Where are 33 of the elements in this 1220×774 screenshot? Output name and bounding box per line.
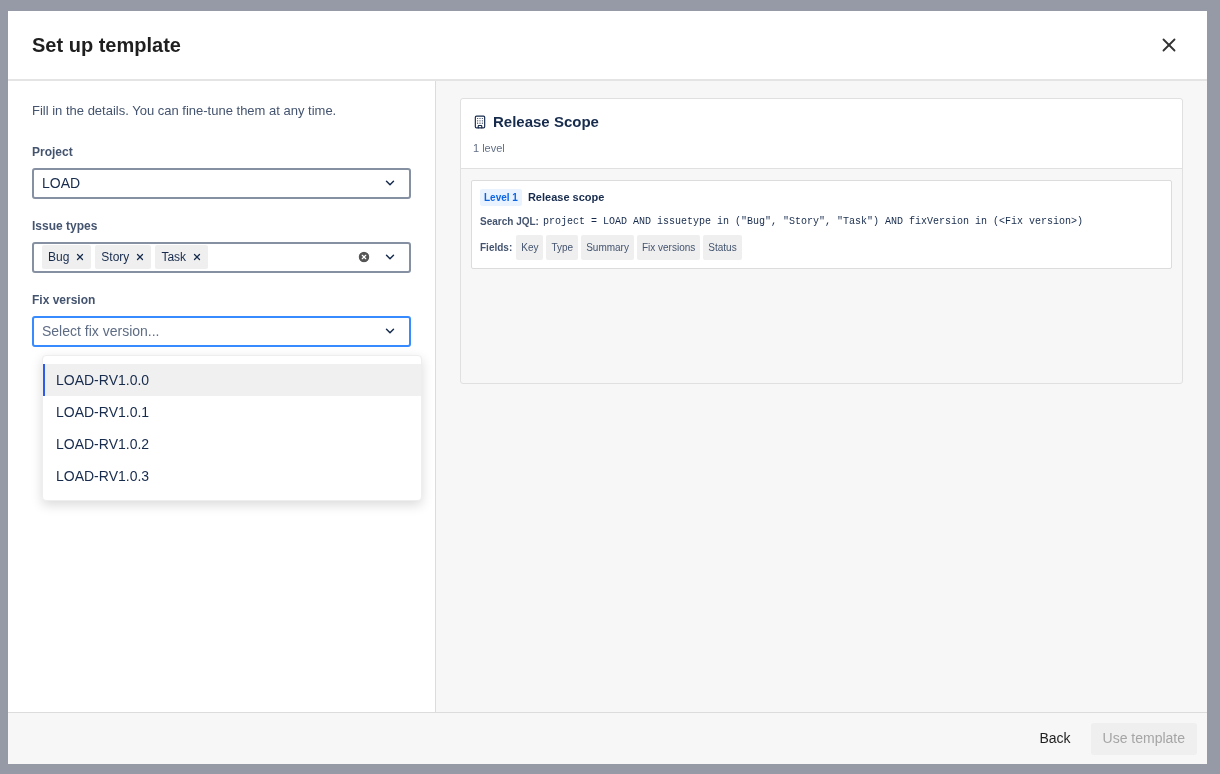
project-select[interactable]: LOAD <box>32 167 411 199</box>
field-label: Project <box>32 143 73 161</box>
dropdown-option[interactable]: LOAD-RV1.0.0 <box>43 364 421 396</box>
field-label: Fix version <box>32 291 96 309</box>
fields-label: Fields: <box>480 241 513 255</box>
dropdown-option[interactable]: LOAD-RV1.0.3 <box>43 460 421 492</box>
dropdown-option[interactable]: LOAD-RV1.0.2 <box>43 428 421 460</box>
field-label: Issue types <box>32 217 98 235</box>
dropdown-option[interactable]: LOAD-RV1.0.1 <box>43 396 421 428</box>
back-button[interactable]: Back <box>1035 728 1075 749</box>
remove-icon[interactable] <box>192 252 203 262</box>
issue-type-tag: Story <box>95 245 152 269</box>
level-name: Release scope <box>527 190 605 206</box>
building-icon <box>473 115 487 130</box>
dialog-title: Set up template <box>32 33 181 58</box>
jql-label: Search JQL: <box>480 215 539 229</box>
remove-icon[interactable] <box>135 252 146 262</box>
jql-code: project = LOAD AND issuetype in ("Bug", "Story", "Task") AND fixVersion in (<Fix version>) <box>542 215 1083 229</box>
fix-version-select[interactable]: Select fix version... <box>32 315 411 347</box>
issue-type-tag: Bug <box>42 245 92 269</box>
field-chip: Status <box>703 235 742 260</box>
preview-title: Release Scope <box>493 112 599 132</box>
intro-text: Fill in the details. You can fine-tune them at any time. <box>32 102 338 120</box>
issue-types-select[interactable]: Bug Story Task <box>32 241 411 273</box>
level-badge: Level 1 <box>480 189 522 206</box>
clear-icon[interactable] <box>357 250 371 264</box>
field-chip: Fix versions <box>636 235 701 260</box>
field-chip: Key <box>516 235 544 260</box>
field-chip: Summary <box>581 235 634 260</box>
field-chip: Type <box>546 235 579 260</box>
preview-subtitle: 1 level <box>473 140 506 156</box>
issue-type-tag: Task <box>155 245 209 269</box>
remove-icon[interactable] <box>75 252 86 262</box>
